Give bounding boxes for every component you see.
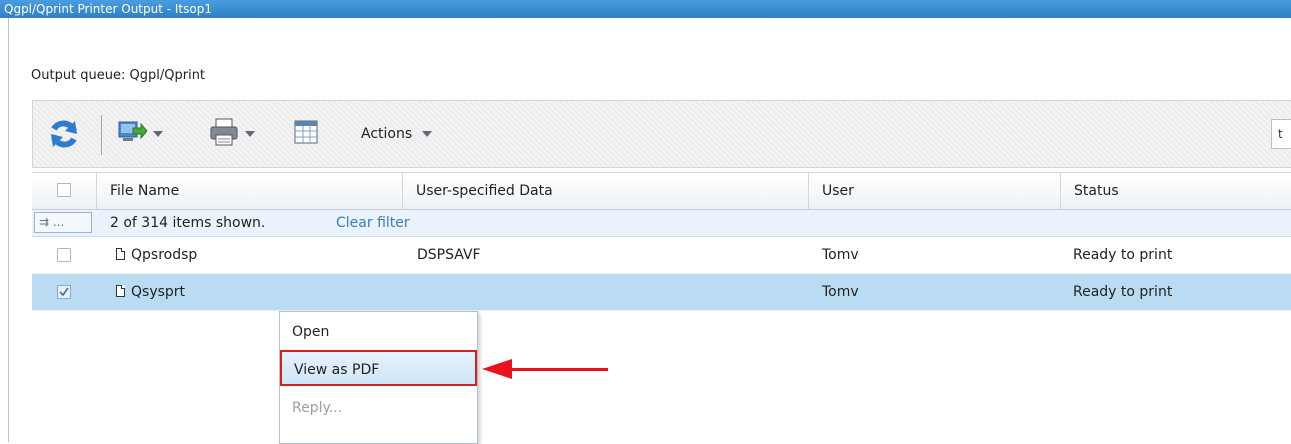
status-cell: Ready to print	[1073, 247, 1173, 263]
chevron-down-icon	[153, 131, 163, 137]
document-icon	[116, 248, 125, 260]
checkmark-icon	[59, 287, 69, 297]
printer-icon	[209, 117, 239, 151]
menu-item-open[interactable]: Open	[280, 314, 477, 350]
row-checkbox[interactable]	[57, 248, 71, 262]
column-header-file-name[interactable]: File Name	[96, 173, 402, 209]
toolbar-separator	[101, 115, 102, 155]
menu-item-view-as-pdf[interactable]: View as PDF	[280, 350, 477, 386]
output-queue-label: Output queue: Qgpl/Qprint	[31, 68, 206, 83]
table-row[interactable]: Qpsrodsp DSPSAVF Tomv Ready to print	[32, 237, 1291, 274]
table-settings-icon	[293, 119, 319, 149]
document-icon	[116, 285, 125, 297]
export-menu-button[interactable]	[117, 117, 163, 151]
table-settings-button[interactable]	[293, 117, 319, 151]
actions-menu-button[interactable]: Actions	[361, 117, 433, 151]
status-cell: Ready to print	[1073, 284, 1173, 300]
file-name: Qsysprt	[131, 284, 186, 300]
actions-label: Actions	[361, 126, 413, 142]
column-header-status[interactable]: Status	[1060, 173, 1291, 209]
context-menu: Open View as PDF Reply...	[279, 311, 478, 444]
print-menu-button[interactable]	[209, 117, 255, 151]
output-table: File Name User-specified Data User Statu…	[32, 172, 1291, 311]
user-data-cell: DSPSAVF	[417, 247, 481, 263]
export-icon	[117, 119, 148, 149]
toolbar: Actions t	[32, 100, 1291, 168]
menu-item-reply: Reply...	[292, 400, 343, 416]
row-checkbox-checked[interactable]	[57, 285, 71, 299]
filter-row: ⇉ ... 2 of 314 items shown. Clear filter	[32, 210, 1291, 237]
table-header: File Name User-specified Data User Statu…	[32, 172, 1291, 210]
file-name-cell[interactable]: Qsysprt	[116, 274, 185, 310]
select-all-checkbox[interactable]	[57, 183, 71, 197]
file-name-cell[interactable]: Qpsrodsp	[116, 237, 197, 273]
refresh-icon[interactable]	[47, 117, 81, 151]
window-title: Qgpl/Qprint Printer Output - Itsop1	[0, 0, 1291, 18]
search-input[interactable]: t	[1271, 119, 1291, 149]
user-cell: Tomv	[822, 284, 859, 300]
callout-arrow-head	[482, 359, 512, 379]
column-header-user-data[interactable]: User-specified Data	[402, 173, 808, 209]
file-name: Qpsrodsp	[131, 247, 198, 263]
column-header-user[interactable]: User	[808, 173, 1060, 209]
chevron-down-icon	[245, 131, 255, 137]
select-all-cell	[32, 173, 96, 209]
user-cell: Tomv	[822, 247, 859, 263]
table-row[interactable]: Qsysprt Tomv Ready to print	[32, 274, 1291, 311]
filter-status-text: 2 of 314 items shown.	[110, 215, 266, 231]
filter-button[interactable]: ⇉ ...	[34, 212, 92, 233]
callout-arrow-line	[510, 368, 608, 371]
clear-filter-link[interactable]: Clear filter	[336, 210, 410, 236]
chevron-down-icon	[422, 131, 433, 137]
